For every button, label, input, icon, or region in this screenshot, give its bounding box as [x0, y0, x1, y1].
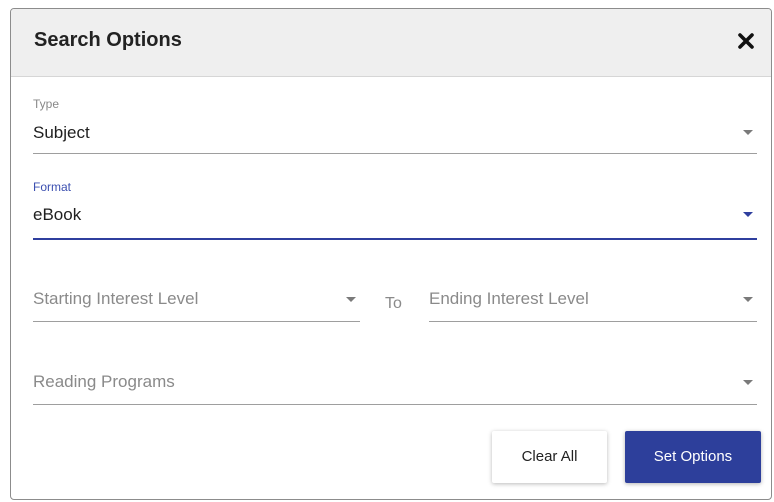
set-options-button[interactable]: Set Options [625, 431, 761, 483]
reading-programs-placeholder: Reading Programs [33, 372, 175, 391]
type-value: Subject [33, 123, 90, 142]
type-select[interactable]: Type Subject [33, 93, 757, 154]
to-label: To [385, 295, 402, 312]
chevron-down-icon [743, 297, 753, 302]
starting-interest-level-select[interactable]: Starting Interest Level [33, 279, 360, 322]
dialog-header: Search Options [11, 9, 771, 77]
dialog-title: Search Options [34, 29, 182, 51]
chevron-down-icon [743, 130, 753, 135]
format-value: eBook [33, 205, 82, 224]
ending-interest-level-select[interactable]: Ending Interest Level [429, 279, 757, 322]
type-label: Type [33, 97, 60, 111]
ending-interest-level-placeholder: Ending Interest Level [429, 289, 589, 308]
clear-all-button[interactable]: Clear All [492, 431, 607, 483]
reading-programs-select[interactable]: Reading Programs [33, 364, 757, 405]
chevron-down-icon [743, 212, 753, 217]
search-options-dialog: Search Options Type Subject Format eBook… [10, 8, 772, 500]
format-select[interactable]: Format eBook [33, 178, 757, 240]
format-label: Format [33, 180, 72, 194]
close-icon[interactable] [735, 30, 757, 52]
starting-interest-level-placeholder: Starting Interest Level [33, 289, 199, 308]
chevron-down-icon [743, 380, 753, 385]
chevron-down-icon [346, 297, 356, 302]
